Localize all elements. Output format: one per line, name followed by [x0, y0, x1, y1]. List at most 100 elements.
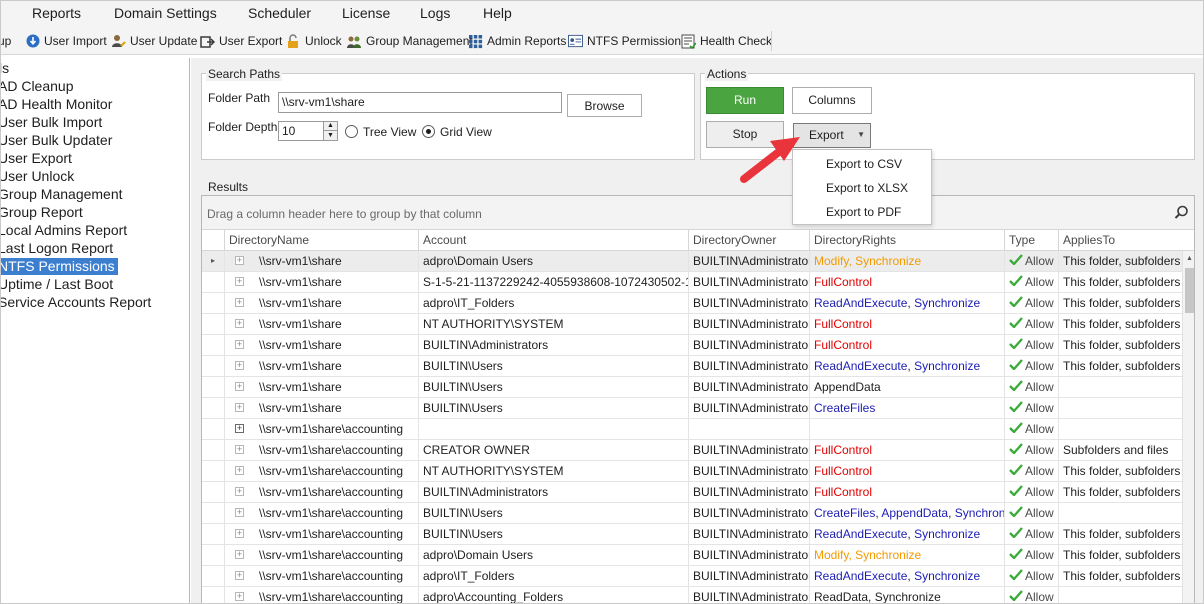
rights-text: Synchronize [914, 296, 981, 310]
main-panel: Folder Path \\srv-vm1\share Browse Folde… [191, 58, 1203, 603]
export-xlsx-option[interactable]: Export to XLSX [826, 181, 908, 195]
cell-account [418, 419, 688, 440]
type-label: Allow [1025, 506, 1054, 520]
table-row[interactable]: + \\srv-vm1\share NT AUTHORITY\SYSTEM BUILT… [202, 314, 1182, 335]
sidebar-item[interactable]: User Bulk Updater [1, 132, 112, 149]
sidebar-item[interactable]: Last Logon Report [1, 240, 113, 257]
menu-license[interactable]: License [342, 5, 390, 21]
menu-domain-settings[interactable]: Domain Settings [114, 5, 217, 21]
table-row[interactable]: + \\srv-vm1\share adpro\IT_Folders BUILTIN\… [202, 293, 1182, 314]
table-row[interactable]: + \\srv-vm1\share\accounting adpro\Account… [202, 587, 1182, 603]
cell-account: BUILTIN\Administrators [418, 482, 688, 503]
search-icon[interactable] [1174, 205, 1189, 223]
group-by-panel[interactable]: Drag a column header here to group by th… [202, 196, 1194, 230]
cell-type: Allow [1004, 377, 1058, 398]
scroll-up-icon[interactable]: ▲ [1186, 255, 1193, 262]
table-row[interactable]: + \\srv-vm1\share\accounting BUILTIN\Users… [202, 503, 1182, 524]
menu-help[interactable]: Help [483, 5, 512, 21]
sidebar-item[interactable]: ls [1, 60, 9, 77]
rights-text: ReadAndExecute [814, 527, 908, 541]
header-account[interactable]: Account [418, 230, 688, 251]
toolbar-health-check-label: Health Check [700, 34, 773, 48]
row-indicator [202, 440, 224, 461]
browse-button[interactable]: Browse [567, 94, 642, 117]
type-label: Allow [1025, 485, 1054, 499]
cell-directory-owner: BUILTIN\Administrators [688, 524, 809, 545]
grid-view-radio[interactable] [422, 125, 435, 138]
table-row[interactable]: + \\srv-vm1\share S-1-5-21-1137229242-4055… [202, 272, 1182, 293]
cell-directory-name: \\srv-vm1\share\accounting [224, 419, 418, 440]
sidebar-item[interactable]: AD Cleanup [1, 78, 74, 95]
scroll-thumb[interactable] [1185, 268, 1194, 313]
table-row[interactable]: + \\srv-vm1\share\accounting CREATOR OWNER… [202, 440, 1182, 461]
table-row[interactable]: + \\srv-vm1\share\accounting adpro\Domain … [202, 545, 1182, 566]
toolbar-user-import-button[interactable]: User Import [25, 32, 107, 50]
table-row[interactable]: + \\srv-vm1\share BUILTIN\Users BUILTIN\Adm… [202, 377, 1182, 398]
vertical-scrollbar[interactable]: ▲ [1182, 251, 1194, 603]
sidebar-item[interactable]: Group Management [1, 186, 123, 203]
type-label: Allow [1025, 527, 1054, 541]
toolbar-health-check-button[interactable]: Health Check [681, 32, 772, 50]
sidebar-item[interactable]: Service Accounts Report [1, 294, 151, 311]
row-indicator [202, 377, 224, 398]
header-directory-rights[interactable]: DirectoryRights [809, 230, 1004, 251]
cell-directory-name: \\srv-vm1\share\accounting [224, 524, 418, 545]
sidebar-tree: lsAD CleanupAD Health MonitorUser Bulk I… [1, 58, 190, 603]
toolbar-group-management-button[interactable]: Group Management [347, 32, 473, 50]
table-row[interactable]: + \\srv-vm1\share BUILTIN\Users BUILTIN\Adm… [202, 398, 1182, 419]
rights-text: ReadAndExecute [814, 569, 908, 583]
cell-account: S-1-5-21-1137229242-4055938608-107243050… [418, 272, 688, 293]
header-directory-name[interactable]: DirectoryName [224, 230, 418, 251]
sidebar-item[interactable]: Uptime / Last Boot [1, 276, 113, 293]
toolbar-unlock-button[interactable]: Unlock [286, 32, 342, 50]
table-row[interactable]: + \\srv-vm1\share BUILTIN\Users BUILTIN\Adm… [202, 356, 1182, 377]
menu-logs[interactable]: Logs [420, 5, 450, 21]
toolbar-partial-button[interactable]: up [1, 32, 11, 50]
stepper-up-icon[interactable]: ▲ [323, 122, 337, 131]
cell-applies-to: This folder, subfolders a [1058, 335, 1182, 356]
type-label: Allow [1025, 275, 1054, 289]
header-directory-owner[interactable]: DirectoryOwner [688, 230, 809, 251]
toolbar-user-export-button[interactable]: User Export [200, 32, 282, 50]
export-pdf-option[interactable]: Export to PDF [826, 205, 901, 219]
type-label: Allow [1025, 380, 1054, 394]
toolbar-admin-reports-button[interactable]: Admin Reports [468, 32, 566, 50]
cell-type: Allow [1004, 272, 1058, 293]
table-row[interactable]: + \\srv-vm1\share\accounting NT AUTHORITY\… [202, 461, 1182, 482]
sidebar-item[interactable]: Local Admins Report [1, 222, 127, 239]
table-row[interactable]: + \\srv-vm1\share\accounting BUILTIN\Users… [202, 524, 1182, 545]
table-row[interactable]: + \\srv-vm1\share\accounting BUILTIN\Admin… [202, 482, 1182, 503]
header-applies-to[interactable]: AppliesTo [1058, 230, 1182, 251]
check-icon [1009, 566, 1025, 586]
type-label: Allow [1025, 401, 1054, 415]
sidebar-item[interactable]: NTFS Permissions [1, 258, 118, 275]
table-row[interactable]: + \\srv-vm1\share\accounting adpro\IT_Fold… [202, 566, 1182, 587]
cell-directory-owner: BUILTIN\Administrators [688, 440, 809, 461]
folder-depth-stepper[interactable]: 10 ▲ ▼ [278, 121, 338, 141]
sidebar-item[interactable]: User Bulk Import [1, 114, 102, 131]
table-row[interactable]: + \\srv-vm1\share BUILTIN\Administrators BU… [202, 335, 1182, 356]
row-indicator [202, 335, 224, 356]
sidebar-item[interactable]: User Unlock [1, 168, 74, 185]
sidebar-item[interactable]: Group Report [1, 204, 83, 221]
cell-account: BUILTIN\Users [418, 377, 688, 398]
folder-path-input[interactable]: \\srv-vm1\share [278, 92, 562, 113]
table-row[interactable]: ▸ + \\srv-vm1\share adpro\Domain Users BUILT… [202, 251, 1182, 272]
cell-directory-rights: FullControl [809, 482, 1004, 503]
menu-reports[interactable]: Reports [32, 5, 81, 21]
sidebar-item[interactable]: User Export [1, 150, 72, 167]
toolbar-ntfs-permissions-button[interactable]: NTFS Permissions [568, 32, 687, 50]
cell-account: BUILTIN\Users [418, 503, 688, 524]
user-edit-icon [111, 34, 126, 49]
header-type[interactable]: Type [1004, 230, 1058, 251]
run-button[interactable]: Run [706, 87, 784, 114]
table-row[interactable]: + \\srv-vm1\share\accounting Allow [202, 419, 1182, 440]
export-csv-option[interactable]: Export to CSV [826, 157, 902, 171]
tree-view-radio[interactable] [345, 125, 358, 138]
stepper-down-icon[interactable]: ▼ [323, 131, 337, 140]
sidebar-item[interactable]: AD Health Monitor [1, 96, 112, 113]
columns-button[interactable]: Columns [792, 87, 872, 114]
rights-text: FullControl [814, 464, 873, 478]
toolbar-user-update-button[interactable]: User Update [111, 32, 197, 50]
menu-scheduler[interactable]: Scheduler [248, 5, 311, 21]
